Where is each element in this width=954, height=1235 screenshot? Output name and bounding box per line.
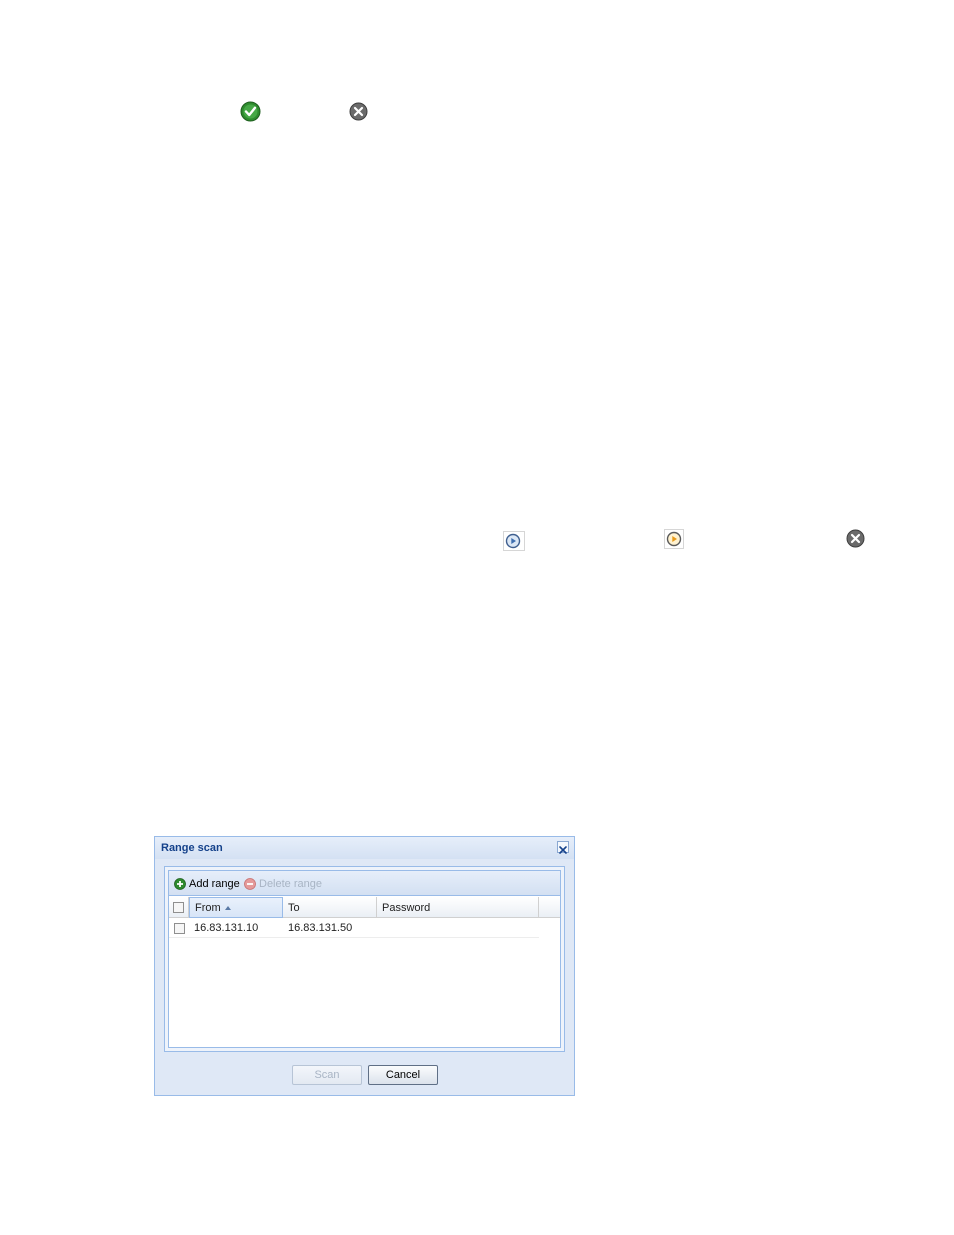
close-circle-icon bbox=[846, 529, 865, 548]
range-panel: Add range Delete range From To Password … bbox=[164, 866, 565, 1052]
close-button[interactable] bbox=[557, 841, 569, 854]
column-label-from: From bbox=[195, 901, 221, 914]
check-circle-icon bbox=[240, 101, 261, 122]
delete-icon bbox=[244, 878, 256, 890]
delete-range-label: Delete range bbox=[259, 878, 322, 890]
delete-range-button[interactable]: Delete range bbox=[244, 876, 322, 892]
column-label-password: Password bbox=[382, 901, 431, 914]
close-circle-icon bbox=[349, 102, 368, 121]
column-header-password[interactable]: Password bbox=[377, 897, 539, 918]
close-icon bbox=[559, 846, 567, 854]
add-range-label: Add range bbox=[189, 878, 240, 890]
scan-button[interactable]: Scan bbox=[292, 1065, 362, 1085]
checkbox-box bbox=[173, 902, 184, 913]
select-all-checkbox[interactable] bbox=[169, 897, 189, 918]
column-label-to: To bbox=[288, 901, 300, 914]
column-header-from[interactable]: From bbox=[189, 897, 283, 918]
column-header-spacer bbox=[539, 897, 556, 918]
add-range-button[interactable]: Add range bbox=[174, 876, 240, 892]
cell-from: 16.83.131.10 bbox=[194, 922, 259, 934]
add-icon bbox=[174, 878, 186, 890]
play-blue-icon bbox=[503, 531, 525, 551]
row-checkbox[interactable] bbox=[169, 918, 189, 938]
cell-password bbox=[377, 918, 539, 938]
table-row[interactable]: 16.83.131.10 16.83.131.50 bbox=[169, 918, 539, 938]
cancel-button[interactable]: Cancel bbox=[368, 1065, 438, 1085]
sort-ascending-icon bbox=[224, 905, 231, 910]
range-scan-dialog: Range scan Add range Delete range From T… bbox=[154, 836, 575, 1096]
grid-toolbar: Add range Delete range bbox=[169, 871, 560, 896]
column-header-to[interactable]: To bbox=[283, 897, 377, 918]
dialog-header: Range scan bbox=[155, 837, 574, 859]
play-orange-icon bbox=[664, 529, 684, 549]
cell-to: 16.83.131.50 bbox=[288, 922, 353, 934]
dialog-title: Range scan bbox=[161, 842, 223, 854]
range-grid: Add range Delete range From To Password … bbox=[168, 870, 561, 1048]
grid-header: From To Password bbox=[169, 897, 560, 918]
checkbox-box bbox=[173, 922, 185, 934]
